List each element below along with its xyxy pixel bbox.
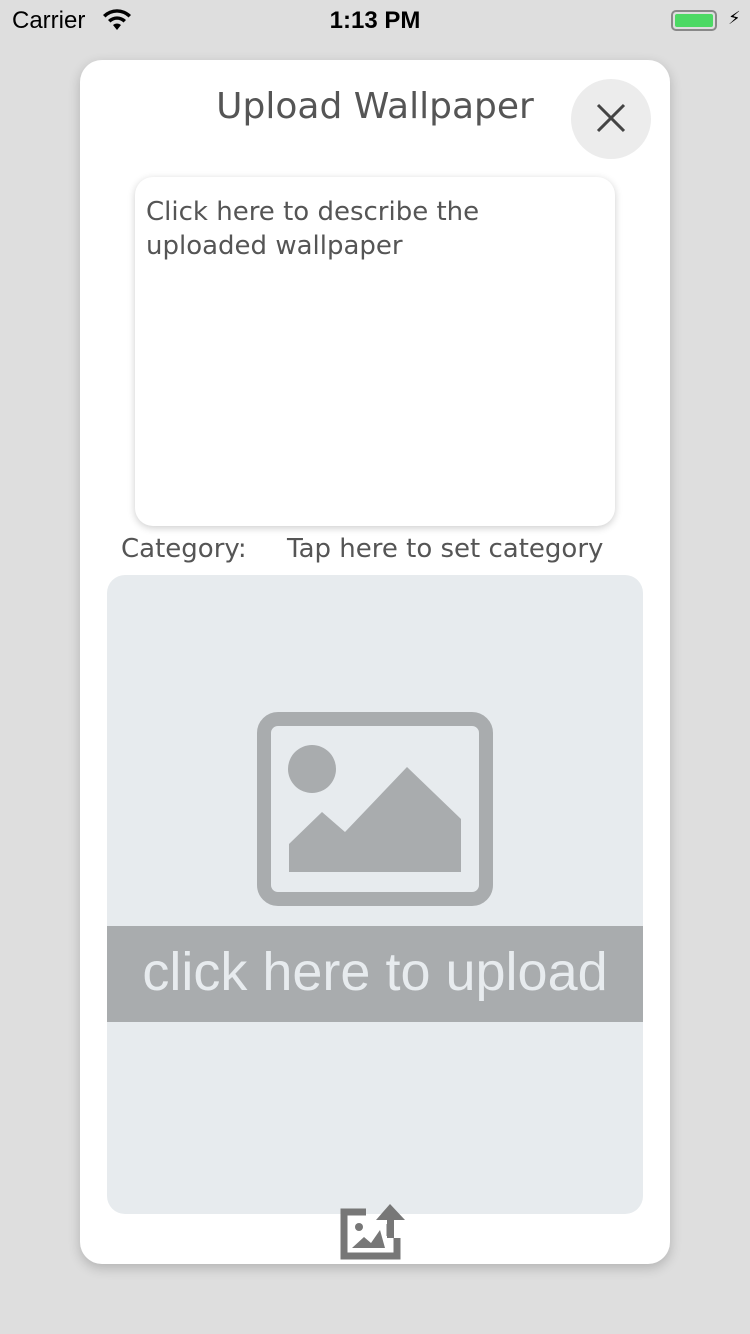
status-bar: Carrier 1:13 PM ⚡︎ xyxy=(0,0,750,40)
image-upload-icon[interactable] xyxy=(340,1200,410,1260)
close-button[interactable] xyxy=(571,79,651,159)
category-selector[interactable]: Tap here to set category xyxy=(287,534,603,564)
upload-dialog: Upload Wallpaper Click here to describe … xyxy=(80,60,670,1264)
charging-icon: ⚡︎ xyxy=(728,8,741,28)
description-input[interactable]: Click here to describe the uploaded wall… xyxy=(135,177,615,526)
category-label: Category: xyxy=(121,534,247,564)
image-placeholder-icon xyxy=(257,712,493,906)
clock: 1:13 PM xyxy=(329,7,421,34)
upload-label: click here to upload xyxy=(107,926,643,1022)
upload-area[interactable]: click here to upload xyxy=(107,575,643,1214)
close-icon xyxy=(596,103,626,132)
battery-icon xyxy=(671,10,717,31)
